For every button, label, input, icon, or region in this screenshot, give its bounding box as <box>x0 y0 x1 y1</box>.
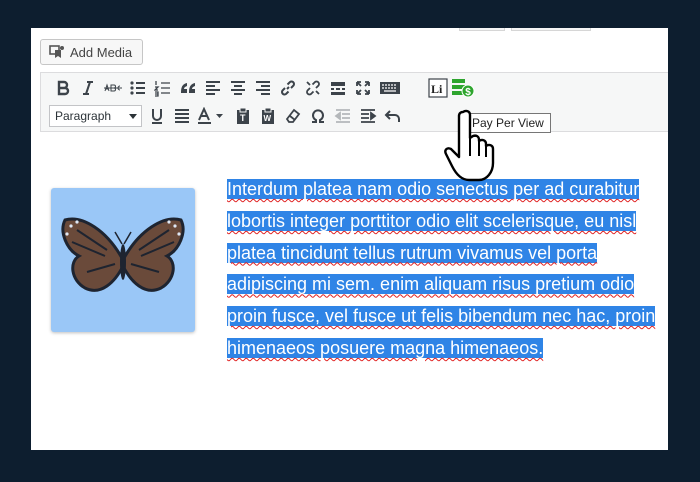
read-more-icon <box>331 82 345 95</box>
selected-paragraph[interactable]: Interdum platea nam odio senectus per ad… <box>50 174 656 365</box>
indent-icon <box>361 109 377 123</box>
align-center-button[interactable] <box>227 77 249 99</box>
svg-text:W: W <box>264 114 272 123</box>
li-shortcode-button[interactable]: Li <box>428 78 448 98</box>
tab-visual-hint[interactable] <box>459 28 505 31</box>
outdent-icon <box>334 109 350 123</box>
blockquote-icon <box>181 83 195 93</box>
link-icon <box>281 80 295 96</box>
fullscreen-icon <box>356 81 370 95</box>
svg-text:T: T <box>240 113 246 123</box>
align-left-button[interactable] <box>202 77 224 99</box>
pay-per-view-icon: $ <box>452 79 475 98</box>
format-select-value: Paragraph <box>55 109 112 123</box>
numbered-list-icon <box>154 81 170 97</box>
undo-button[interactable] <box>382 105 404 127</box>
tab-text-hint[interactable] <box>511 28 591 31</box>
read-more-button[interactable] <box>327 77 349 99</box>
pay-per-view-button[interactable]: $ <box>451 76 475 100</box>
bold-button[interactable] <box>52 77 74 99</box>
li-shortcode-icon: Li <box>428 78 448 98</box>
image-float-spacer <box>50 174 227 334</box>
add-media-label: Add Media <box>70 44 133 60</box>
format-select[interactable]: Paragraph <box>49 105 142 127</box>
justify-icon <box>175 109 189 123</box>
align-right-icon <box>256 81 270 95</box>
indent-button[interactable] <box>357 105 379 127</box>
hand-pointer-icon <box>444 109 495 182</box>
align-center-icon <box>231 81 245 95</box>
toolbar-toggle-button[interactable] <box>377 77 403 99</box>
insert-link-button[interactable] <box>277 77 299 99</box>
underline-button[interactable] <box>146 105 168 127</box>
eraser-icon <box>285 108 301 123</box>
outdent-button[interactable] <box>332 105 354 127</box>
paste-as-text-button[interactable]: T <box>232 105 254 127</box>
align-left-icon <box>206 81 220 95</box>
italic-icon <box>83 81 93 95</box>
bulleted-list-icon <box>130 81 145 95</box>
media-icon <box>49 45 64 58</box>
clipboard-icon: T <box>237 107 249 124</box>
align-right-button[interactable] <box>252 77 274 99</box>
unlink-icon <box>306 80 320 96</box>
svg-text:Li: Li <box>431 82 443 96</box>
text-color-button[interactable] <box>196 105 228 127</box>
italic-button[interactable] <box>77 77 99 99</box>
editor-content[interactable]: Interdum platea nam odio senectus per ad… <box>40 132 668 450</box>
text-color-icon <box>198 107 223 124</box>
add-media-button[interactable]: Add Media <box>40 39 144 65</box>
chevron-down-icon <box>129 114 137 119</box>
underline-icon <box>152 109 162 124</box>
clear-formatting-button[interactable] <box>282 105 304 127</box>
paste-word-icon: W <box>262 107 274 124</box>
omega-icon <box>312 109 324 123</box>
undo-icon <box>384 110 400 122</box>
strikethrough-icon <box>104 83 122 92</box>
remove-link-button[interactable] <box>302 77 324 99</box>
paste-from-word-button[interactable]: W <box>257 105 279 127</box>
editor-toolbar: Li $ Paragraph T W <box>40 72 668 132</box>
keyboard-icon <box>380 82 400 94</box>
strikethrough-button[interactable] <box>102 77 124 99</box>
blockquote-button[interactable] <box>177 77 199 99</box>
bold-icon <box>57 80 70 96</box>
paragraph-text: Interdum platea nam odio senectus per ad… <box>227 179 656 358</box>
editor-frame: Add Media Li $ Paragraph T W Interdum pl… <box>31 28 668 450</box>
justify-button[interactable] <box>171 105 193 127</box>
fullscreen-button[interactable] <box>352 77 374 99</box>
svg-text:$: $ <box>465 87 471 98</box>
special-character-button[interactable] <box>307 105 329 127</box>
bulleted-list-button[interactable] <box>127 77 149 99</box>
editor-topbar: Add Media <box>31 28 668 72</box>
numbered-list-button[interactable] <box>152 77 174 99</box>
